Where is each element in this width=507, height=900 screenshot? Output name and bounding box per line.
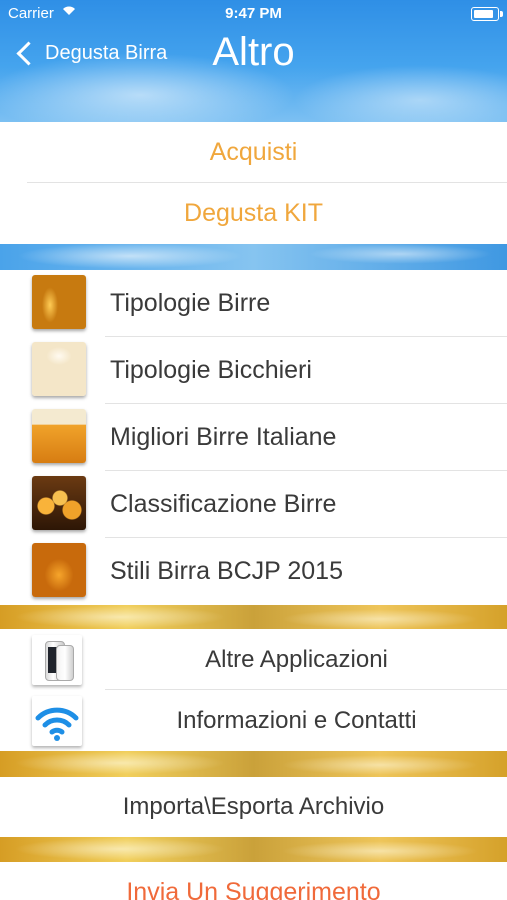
- menu-item-label: Classificazione Birre: [110, 490, 337, 518]
- menu-item-label: Invia Un Suggerimento: [126, 877, 381, 900]
- menu-item-tipologie-bicchieri[interactable]: Tipologie Bicchieri: [0, 337, 507, 404]
- beer-glass-foam-thumbnail-icon: [32, 342, 86, 396]
- menu-item-label: Tipologie Birre: [110, 289, 271, 317]
- wifi-icon: [32, 696, 82, 746]
- menu-item-label: Altre Applicazioni: [205, 645, 388, 673]
- menu-item-label: Informazioni e Contatti: [176, 706, 417, 734]
- menu-item-importa-esporta[interactable]: Importa\Esporta Archivio: [0, 777, 507, 837]
- menu-item-degusta-kit[interactable]: Degusta KIT: [0, 183, 507, 244]
- menu-item-invia-suggerimento[interactable]: Invia Un Suggerimento: [0, 862, 507, 900]
- section-separator-blue: [0, 244, 507, 270]
- status-bar: Carrier 9:47 PM: [0, 0, 507, 28]
- beer-glasses-thumbnail-icon: [32, 275, 86, 329]
- menu-item-altre-applicazioni[interactable]: Altre Applicazioni: [0, 629, 507, 690]
- section-separator-gold: [0, 751, 507, 777]
- beer-mug-thumbnail-icon: [32, 543, 86, 597]
- battery-icon: [471, 7, 503, 21]
- menu-item-label: Migliori Birre Italiane: [110, 423, 337, 451]
- iphone-icon: [32, 635, 82, 685]
- menu-item-classificazione-birre[interactable]: Classificazione Birre: [0, 471, 507, 538]
- menu-item-label: Acquisti: [209, 138, 298, 166]
- beer-mugs-thumbnail-icon: [32, 476, 86, 530]
- menu-item-informazioni-contatti[interactable]: Informazioni e Contatti: [0, 690, 507, 751]
- menu-item-migliori-birre-italiane[interactable]: Migliori Birre Italiane: [0, 404, 507, 471]
- menu-item-label: Tipologie Bicchieri: [110, 356, 312, 384]
- beer-pint-thumbnail-icon: [32, 409, 86, 463]
- menu-item-label: Stili Birra BCJP 2015: [110, 557, 343, 585]
- section-separator-gold: [0, 605, 507, 629]
- menu-item-tipologie-birre[interactable]: Tipologie Birre: [0, 270, 507, 337]
- navigation-header: Carrier 9:47 PM Degusta Birra Altro: [0, 0, 507, 122]
- status-time: 9:47 PM: [225, 5, 282, 22]
- section-separator-gold: [0, 837, 507, 862]
- menu-item-stili-birra-bcjp[interactable]: Stili Birra BCJP 2015: [0, 538, 507, 605]
- page-title: Altro: [212, 30, 295, 74]
- menu-item-acquisti[interactable]: Acquisti: [0, 122, 507, 183]
- menu-item-label: Degusta KIT: [184, 199, 323, 227]
- menu-item-label: Importa\Esporta Archivio: [122, 793, 385, 820]
